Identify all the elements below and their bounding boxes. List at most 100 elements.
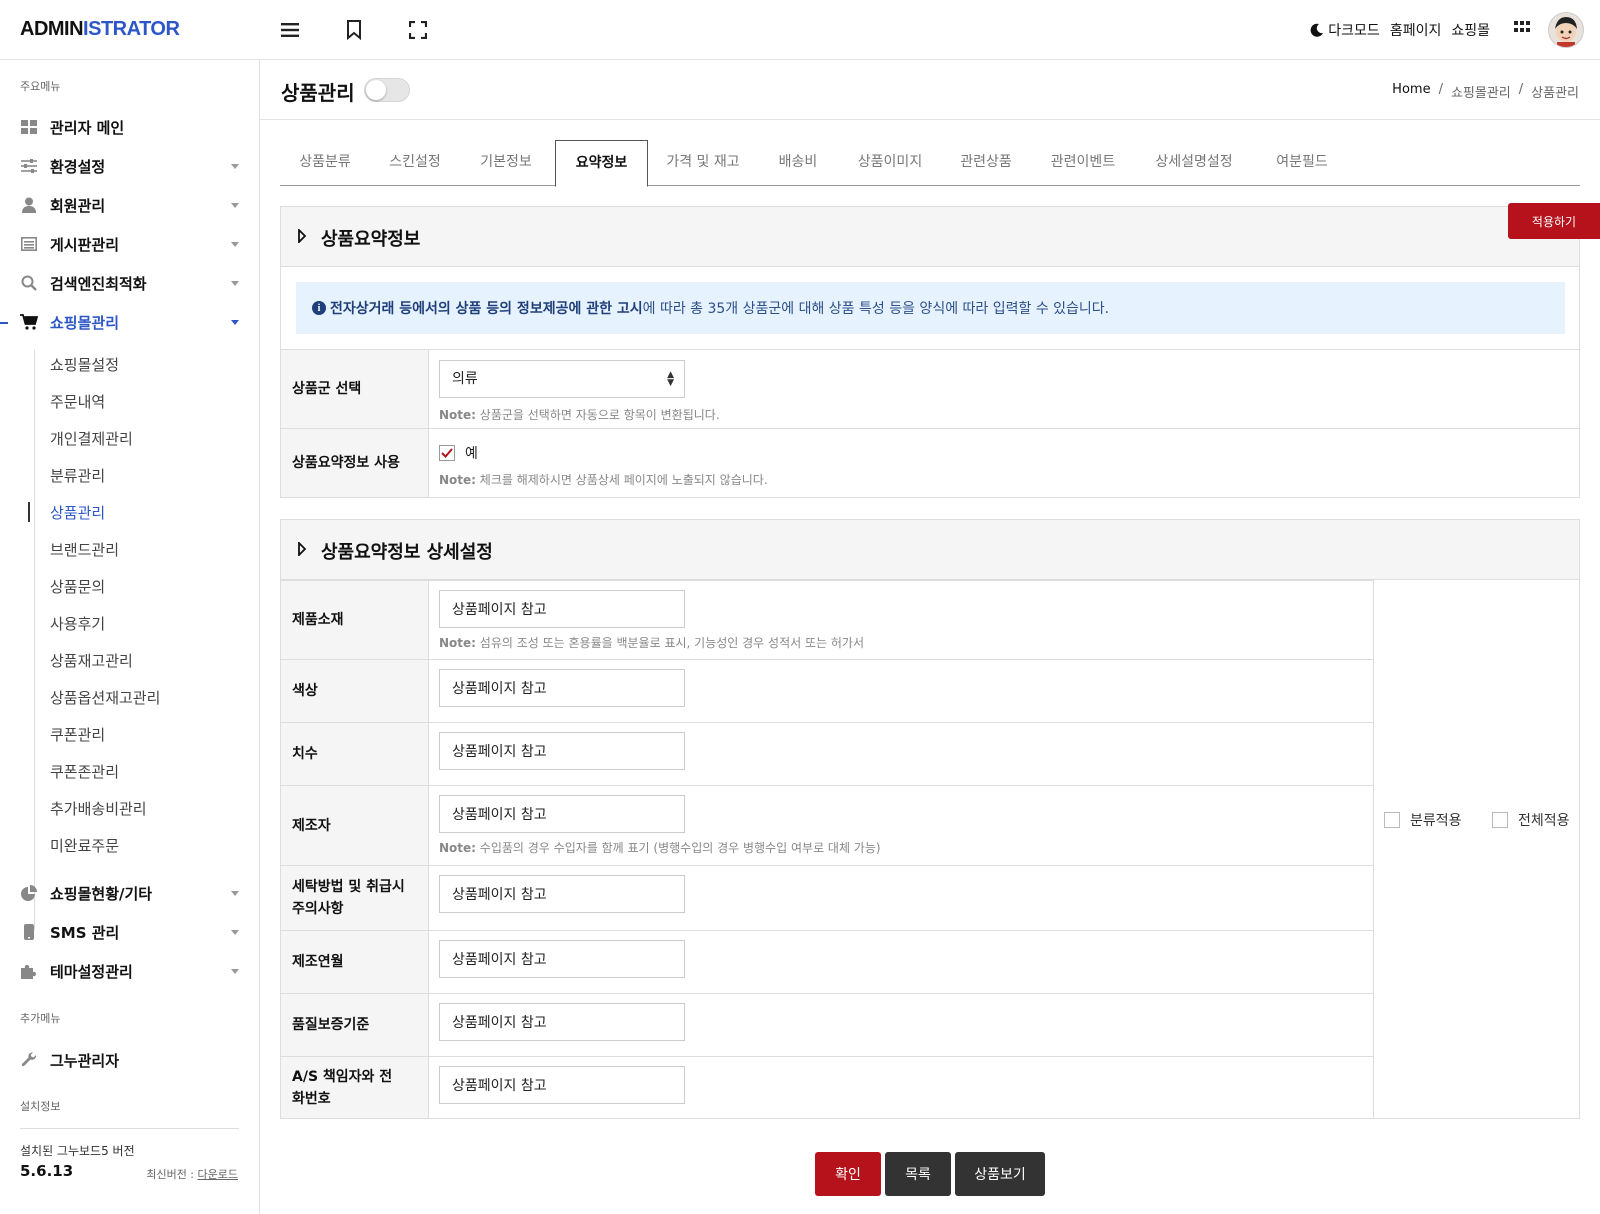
tab-extra-fields[interactable]: 여분필드	[1252, 140, 1352, 186]
sidebar-item-seo[interactable]: 검색엔진최적화	[0, 268, 259, 298]
view-product-button[interactable]: 상품보기	[955, 1152, 1045, 1196]
summary-panel-header[interactable]: 상품요약정보	[281, 207, 1579, 267]
manufacturer-input[interactable]	[439, 795, 685, 833]
color-input[interactable]	[439, 669, 685, 707]
sidebar-item-shop-management[interactable]: 쇼핑몰관리	[0, 307, 259, 337]
logo[interactable]: ADMINISTRATOR	[20, 18, 180, 41]
tab-detail-settings[interactable]: 상세설명설정	[1136, 140, 1252, 186]
apply-category-checkbox[interactable]: 분류적용	[1384, 810, 1462, 830]
detail-panel-header[interactable]: 상품요약정보 상세설정	[281, 520, 1579, 580]
breadcrumb-current: 상품관리	[1531, 86, 1579, 101]
tab-summary[interactable]: 요약정보	[555, 140, 648, 187]
tab-images[interactable]: 상품이미지	[838, 140, 942, 186]
sidebar-item-gnu-admin[interactable]: 그누관리자	[0, 1045, 259, 1075]
bookmark-icon[interactable]	[342, 18, 366, 42]
chevron-down-icon	[231, 279, 239, 287]
sub-item-incomplete-orders[interactable]: 미완료주문	[50, 835, 119, 857]
chevron-down-icon	[231, 240, 239, 248]
product-group-select[interactable]: 의류 ▲ ▼	[439, 360, 685, 398]
version-label: 설치된 그누보드5 버전	[20, 1144, 135, 1158]
sub-item-product-qna[interactable]: 상품문의	[50, 576, 105, 598]
extra-menu-title: 추가메뉴	[20, 1012, 61, 1025]
group-note: Note: 상품군을 선택하면 자동으로 항목이 변환됩니다.	[439, 408, 720, 422]
sub-item-orders[interactable]: 주문내역	[50, 391, 105, 413]
checkbox-icon[interactable]	[1384, 812, 1400, 828]
detail-row-as-contact: A/S 책임자와 전화번호	[281, 1056, 1373, 1118]
download-link[interactable]: 다운로드	[198, 1168, 238, 1181]
sidebar-item-settings[interactable]: 환경설정	[0, 151, 259, 181]
sub-item-reviews[interactable]: 사용후기	[50, 613, 105, 635]
sub-item-personal-payment[interactable]: 개인결제관리	[50, 428, 133, 450]
dashboard-icon	[20, 118, 38, 136]
detail-value-cell	[429, 660, 1373, 722]
checkbox-checked-icon[interactable]	[439, 445, 455, 461]
sub-item-stock[interactable]: 상품재고관리	[50, 650, 133, 672]
puzzle-icon	[20, 962, 38, 980]
checkbox-icon[interactable]	[1492, 812, 1508, 828]
sidebar-item-members[interactable]: 회원관리	[0, 190, 259, 220]
sub-item-coupon-zone[interactable]: 쿠폰존관리	[50, 761, 119, 783]
sub-item-brands[interactable]: 브랜드관리	[50, 539, 119, 561]
chevron-down-icon	[231, 967, 239, 975]
tab-price-stock[interactable]: 가격 및 재고	[648, 140, 758, 186]
latest-version: 최신버전 : 다운로드	[146, 1168, 238, 1181]
sub-item-products[interactable]: 상품관리	[50, 502, 105, 524]
tab-category[interactable]: 상품분류	[280, 140, 370, 186]
hamburger-icon[interactable]	[278, 18, 302, 42]
confirm-button[interactable]: 확인	[815, 1152, 881, 1196]
detail-label: 세탁방법 및 취급시 주의사항	[281, 866, 429, 930]
sub-item-categories[interactable]: 분류관리	[50, 465, 105, 487]
moon-icon	[1310, 23, 1324, 37]
apply-all-checkbox[interactable]: 전체적용	[1492, 810, 1570, 830]
install-info-title: 설치정보	[20, 1100, 61, 1113]
as-contact-input[interactable]	[439, 1066, 685, 1104]
chevron-down-icon	[231, 889, 239, 897]
darkmode-toggle[interactable]: 다크모드	[1310, 20, 1380, 40]
sidebar-item-theme[interactable]: 테마설정관리	[0, 956, 259, 986]
detail-row-size: 치수	[281, 722, 1373, 785]
tab-skin[interactable]: 스킨설정	[370, 140, 460, 186]
detail-label: 제조자	[281, 786, 429, 865]
sub-item-option-stock[interactable]: 상품옵션재고관리	[50, 687, 160, 709]
material-input[interactable]	[439, 590, 685, 628]
use-checkbox[interactable]: 예	[439, 443, 478, 463]
tab-related-events[interactable]: 관련이벤트	[1030, 140, 1136, 186]
tab-basic-info[interactable]: 기본정보	[460, 140, 552, 186]
breadcrumb: Home / 쇼핑몰관리 / 상품관리	[1392, 82, 1579, 101]
detail-row-material: 제품소재 Note: 섬유의 조성 또는 혼용률을 백분율로 표시, 기능성인 …	[281, 580, 1373, 659]
select-arrows-icon: ▲ ▼	[667, 370, 674, 388]
sub-item-coupons[interactable]: 쿠폰관리	[50, 724, 105, 746]
sub-item-extra-shipping[interactable]: 추가배송비관리	[50, 798, 147, 820]
size-input[interactable]	[439, 732, 685, 770]
homepage-link[interactable]: 홈페이지	[1390, 20, 1442, 40]
sidebar-item-admin-main[interactable]: 관리자 메인	[0, 112, 259, 142]
sub-active-marker	[28, 502, 30, 522]
apply-button[interactable]: 적용하기	[1508, 203, 1600, 239]
sidebar-item-shop-status[interactable]: 쇼핑몰현황/기타	[0, 878, 259, 908]
tab-shipping[interactable]: 배송비	[758, 140, 838, 186]
notice-box: i 전자상거래 등에서의 상품 등의 정보제공에 관한 고시 에 따라 총 35…	[296, 282, 1565, 334]
tab-related-products[interactable]: 관련상품	[942, 140, 1030, 186]
breadcrumb-shop[interactable]: 쇼핑몰관리	[1451, 82, 1511, 101]
notice-strong: 전자상거래 등에서의 상품 등의 정보제공에 관한 고시	[330, 301, 643, 317]
page-toggle[interactable]	[364, 78, 410, 102]
detail-value-cell: Note: 수입품의 경우 수입자를 함께 표기 (병행수입의 경우 병행수입 …	[429, 786, 1373, 865]
apps-grid-icon[interactable]	[1514, 21, 1532, 39]
detail-label: 제조연월	[281, 931, 429, 993]
breadcrumb-home[interactable]: Home	[1392, 82, 1430, 101]
washing-input[interactable]	[439, 875, 685, 913]
fullscreen-icon[interactable]	[406, 18, 430, 42]
detail-value-cell	[429, 723, 1373, 785]
detail-row-washing: 세탁방법 및 취급시 주의사항	[281, 865, 1373, 930]
sidebar-divider	[20, 1128, 239, 1129]
detail-label: 제품소재	[281, 581, 429, 659]
summary-panel: 상품요약정보 i 전자상거래 등에서의 상품 등의 정보제공에 관한 고시 에 …	[280, 206, 1580, 498]
sub-item-shop-settings[interactable]: 쇼핑몰설정	[50, 354, 119, 376]
avatar[interactable]	[1548, 12, 1584, 48]
sidebar-item-board[interactable]: 게시판관리	[0, 229, 259, 259]
quality-input[interactable]	[439, 1003, 685, 1041]
shop-link[interactable]: 쇼핑몰	[1451, 20, 1490, 40]
list-button[interactable]: 목록	[885, 1152, 951, 1196]
sidebar-item-sms[interactable]: SMS 관리	[0, 917, 259, 947]
manufacture-date-input[interactable]	[439, 940, 685, 978]
